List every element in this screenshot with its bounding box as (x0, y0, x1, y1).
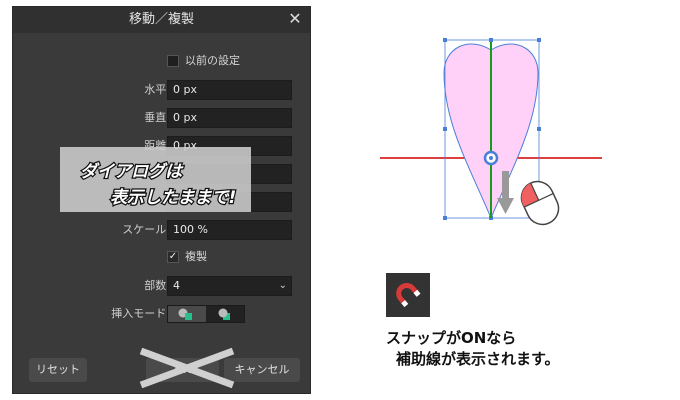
copies-label: 部数: (144, 279, 170, 292)
scale-input[interactable]: 100 % (167, 220, 292, 240)
close-icon[interactable]: ✕ (286, 9, 304, 29)
duplicate-checkbox[interactable]: ✓ (167, 251, 179, 263)
insert-mode-front-button[interactable] (168, 306, 206, 322)
reset-button[interactable]: リセット (29, 358, 87, 382)
insert-back-icon (218, 308, 230, 320)
copies-value: 4 (173, 279, 180, 292)
caption-line-1: スナップがONなら (386, 329, 517, 347)
dialog-title: 移動／複製 (13, 7, 310, 33)
overlay-line-1: ダイアログは (79, 161, 184, 184)
canvas-illustration (380, 38, 602, 226)
ok-cross-out-mark (139, 347, 235, 389)
use-previous-checkbox[interactable] (167, 55, 179, 67)
duplicate-label: 複製 (185, 250, 207, 263)
horizontal-label: 水平: (144, 83, 170, 96)
insert-mode-label: 挿入モード: (111, 307, 170, 320)
vertical-input[interactable]: 0 px (167, 108, 292, 128)
mouse-icon (520, 180, 560, 226)
chevron-down-icon: ⌄ (278, 280, 287, 291)
insert-mode-back-button[interactable] (207, 306, 245, 322)
overlay-line-2: 表示したままで! (109, 187, 238, 210)
scale-label: スケール: (122, 223, 170, 236)
copies-select[interactable]: 4 ⌄ (167, 276, 292, 296)
annotation-overlay: ダイアログは 表示したままで! (60, 147, 251, 212)
snap-magnet-icon (386, 273, 430, 317)
vertical-label: 垂直: (144, 111, 170, 124)
horizontal-input[interactable]: 0 px (167, 80, 292, 100)
insert-front-icon (178, 308, 192, 320)
use-previous-label: 以前の設定 (185, 54, 240, 67)
caption-line-2: 補助線が表示されます。 (396, 350, 560, 368)
insert-mode-toggle (167, 305, 245, 323)
